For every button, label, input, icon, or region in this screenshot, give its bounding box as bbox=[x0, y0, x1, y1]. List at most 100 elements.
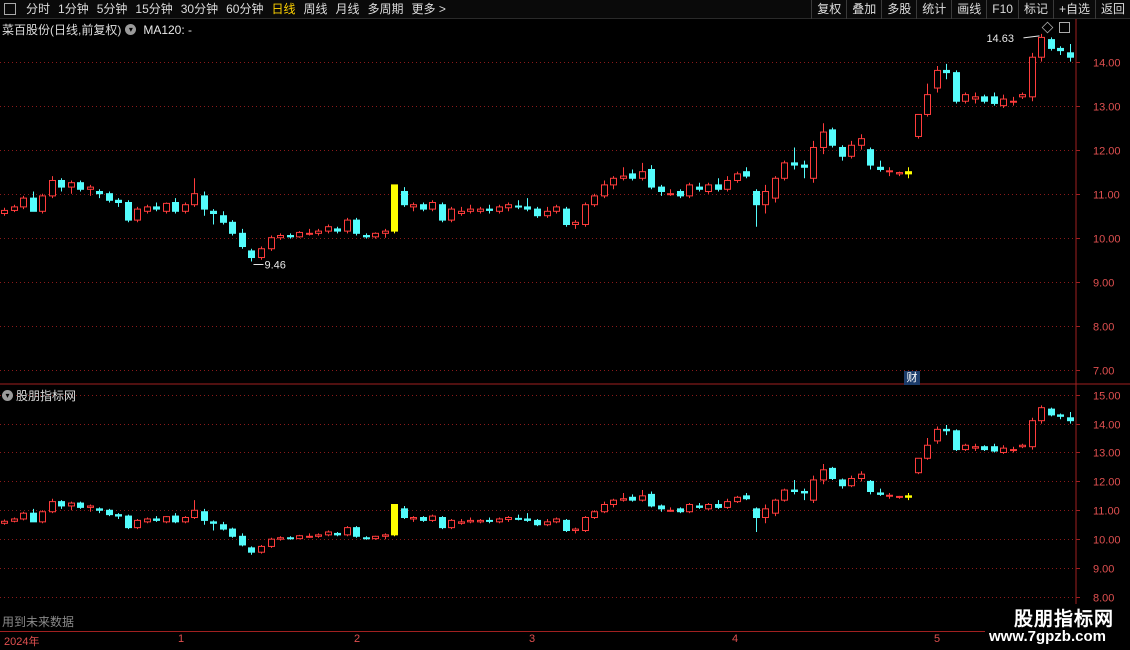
period-tab[interactable]: 周线 bbox=[299, 0, 331, 19]
main-candle-body bbox=[886, 170, 893, 173]
sub-y-tick-label: 12.00 bbox=[1093, 477, 1121, 489]
period-tab[interactable]: 分时 bbox=[22, 0, 54, 19]
sub-candle-body bbox=[382, 534, 389, 537]
menu-square-icon[interactable] bbox=[4, 3, 16, 15]
sub-candle-body bbox=[563, 519, 570, 532]
sub-candle-body bbox=[829, 467, 836, 479]
main-candle-body bbox=[724, 179, 731, 190]
main-candle-body bbox=[858, 138, 865, 146]
main-candle-body bbox=[191, 193, 198, 206]
main-candle-body bbox=[762, 190, 769, 206]
main-candle-body bbox=[1067, 52, 1074, 58]
sub-candle-body bbox=[239, 535, 246, 546]
toolbar-button[interactable]: F10 bbox=[986, 0, 1018, 19]
sub-candle-body bbox=[363, 537, 370, 540]
main-candle-body bbox=[248, 250, 255, 259]
toolbar-button[interactable]: 统计 bbox=[916, 0, 951, 19]
main-candle-body bbox=[601, 184, 608, 197]
main-candle-body bbox=[496, 206, 503, 212]
sub-candle-body bbox=[420, 517, 427, 521]
finance-badge[interactable]: 财 bbox=[904, 371, 920, 385]
main-candle-body bbox=[144, 206, 151, 212]
main-y-tick-label: 13.00 bbox=[1093, 102, 1121, 114]
toolbar-button[interactable]: +自选 bbox=[1052, 0, 1095, 19]
main-candle-body bbox=[334, 228, 341, 232]
sub-candle-body bbox=[344, 527, 351, 536]
main-candle-body bbox=[1000, 98, 1007, 107]
sub-candle-body bbox=[877, 492, 884, 495]
main-candle-body bbox=[934, 69, 941, 89]
sub-candle-body bbox=[524, 518, 531, 521]
main-candle-body bbox=[220, 215, 227, 223]
indicator-dropdown-icon[interactable]: ▾ bbox=[125, 24, 137, 35]
main-candle-body bbox=[391, 184, 398, 232]
stock-title[interactable]: 菜百股份(日线,前复权) bbox=[2, 21, 121, 38]
period-tab[interactable]: 多周期 bbox=[364, 0, 408, 19]
period-tab[interactable]: 日线 bbox=[267, 0, 299, 19]
period-tabs: 分时 1分钟 5分钟 15分钟 30分钟 60分钟 日线 周线 月线 多周期 更多 > bbox=[22, 0, 450, 19]
sub-candle-body bbox=[125, 515, 132, 529]
main-candle-body bbox=[458, 210, 465, 215]
main-candle-body bbox=[115, 199, 122, 204]
period-tab[interactable]: 月线 bbox=[332, 0, 364, 19]
main-candle-body bbox=[686, 184, 693, 197]
sub-candle-body bbox=[172, 515, 179, 523]
main-y-tick-label: 12.00 bbox=[1093, 146, 1121, 158]
ma-label: MA120: - bbox=[143, 22, 193, 37]
sub-candle-body bbox=[620, 498, 627, 501]
main-candle-body bbox=[810, 146, 817, 179]
main-candle-body bbox=[1029, 56, 1036, 98]
main-candle-body bbox=[877, 166, 884, 170]
main-candle-body bbox=[582, 204, 589, 226]
sub-candle-body bbox=[372, 535, 379, 540]
period-toolbar: 分时 1分钟 5分钟 15分钟 30分钟 60分钟 日线 周线 月线 多周期 更多 > 复权 叠加 多股… bbox=[0, 0, 1130, 19]
chart-canvas[interactable]: 14.00 13.00 12.00 11.00 10.00 9.00 8.00 7.00 15.… bbox=[0, 0, 1130, 650]
toolbar-button[interactable]: 画线 bbox=[951, 0, 986, 19]
toolbar-button[interactable]: 返回 bbox=[1094, 0, 1130, 19]
sub-y-tick-label: 10.00 bbox=[1093, 535, 1121, 547]
sub-candle-body bbox=[953, 430, 960, 451]
sub-candle-body bbox=[762, 508, 769, 519]
sub-candle-body bbox=[353, 527, 360, 537]
main-candle-body bbox=[620, 175, 627, 179]
period-tab[interactable]: 15分钟 bbox=[131, 0, 176, 19]
main-candle-body bbox=[553, 206, 560, 212]
main-candle-body bbox=[96, 190, 103, 195]
sub-candle-body bbox=[106, 509, 113, 516]
sub-candle-body bbox=[505, 517, 512, 521]
toolbar-button[interactable]: 标记 bbox=[1017, 0, 1053, 19]
diamond-icon[interactable] bbox=[1041, 21, 1054, 34]
period-tab[interactable]: 更多 > bbox=[408, 0, 450, 19]
main-candle-body bbox=[1038, 36, 1045, 58]
timeline-label: 5 bbox=[934, 633, 941, 645]
sub-candle-body bbox=[439, 517, 446, 529]
period-tab[interactable]: 5分钟 bbox=[93, 0, 132, 19]
sub-indicator-dropdown-icon[interactable]: ▾ bbox=[2, 390, 13, 401]
sub-candle-body bbox=[934, 428, 941, 442]
sub-candle-body bbox=[601, 504, 608, 513]
sub-candle-body bbox=[58, 501, 65, 507]
main-candle-body bbox=[677, 190, 684, 197]
sub-candle-body bbox=[325, 531, 332, 536]
sub-candle-body bbox=[743, 495, 750, 500]
window-icon[interactable] bbox=[1059, 22, 1070, 33]
main-candle-body bbox=[467, 208, 474, 212]
sub-candle-body bbox=[153, 518, 160, 521]
high-arrow bbox=[1023, 35, 1040, 39]
period-tab[interactable]: 1分钟 bbox=[54, 0, 93, 19]
sub-candle-body bbox=[591, 511, 598, 519]
sub-candle-body bbox=[772, 499, 779, 514]
toolbar-button[interactable]: 叠加 bbox=[846, 0, 881, 19]
sub-candle-body bbox=[667, 509, 674, 512]
toolbar-button[interactable]: 多股 bbox=[881, 0, 916, 19]
main-candle-body bbox=[648, 168, 655, 188]
sub-candle-body bbox=[144, 518, 151, 523]
main-candle-body bbox=[439, 204, 446, 221]
toolbar-button[interactable]: 复权 bbox=[811, 0, 846, 19]
period-tab[interactable]: 60分钟 bbox=[222, 0, 267, 19]
sub-panel-title[interactable]: 股朋指标网 bbox=[16, 387, 76, 404]
high-label: 14.63 bbox=[986, 33, 1014, 45]
main-candle-body bbox=[258, 248, 265, 259]
period-tab[interactable]: 30分钟 bbox=[177, 0, 222, 19]
main-candle-body bbox=[591, 195, 598, 206]
